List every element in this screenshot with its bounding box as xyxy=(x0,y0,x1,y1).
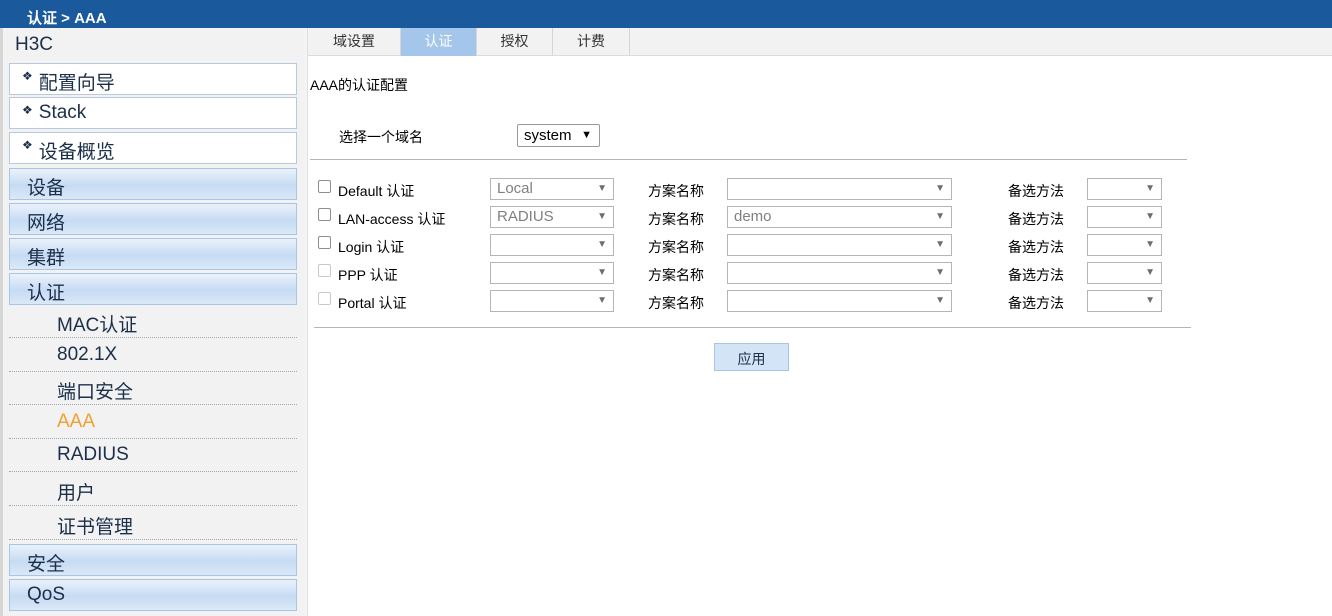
method-select[interactable]: RADIUS ▼ xyxy=(490,206,614,228)
nav-label: Stack xyxy=(38,102,87,123)
alt-method-label: 备选方法 xyxy=(1008,183,1064,199)
caret-down-icon: ▼ xyxy=(1145,239,1155,250)
domain-value: system xyxy=(524,127,572,144)
nav-category-security[interactable]: 安全 xyxy=(9,544,297,576)
apply-button[interactable]: 应用 xyxy=(714,343,789,371)
method-select[interactable]: ▼ xyxy=(490,234,614,256)
scheme-select[interactable]: ▼ xyxy=(727,234,952,256)
scheme-select[interactable]: ▼ xyxy=(727,178,952,200)
sidebar-item-users[interactable]: 用户 xyxy=(9,473,297,506)
alt-method-select[interactable]: ▼ xyxy=(1087,262,1162,284)
auth-row-login: Login 认证 ▼ 方案名称 ▼ 备选方法 ▼ xyxy=(0,234,1332,258)
method-value: RADIUS xyxy=(497,208,554,225)
caret-down-icon: ▼ xyxy=(935,239,945,250)
sidebar-item-8021x[interactable]: 802.1X xyxy=(9,339,297,372)
alt-method-label: 备选方法 xyxy=(1008,211,1064,227)
caret-down-icon: ▼ xyxy=(1145,211,1155,222)
nav-device-overview[interactable]: ❖ 设备概览 xyxy=(9,132,297,164)
caret-down-icon: ▼ xyxy=(597,295,607,306)
row-label: Login 认证 xyxy=(338,239,405,255)
auth-row-lan-access: LAN-access 认证 RADIUS ▼ 方案名称 demo ▼ 备选方法 ▼ xyxy=(0,206,1332,230)
divider xyxy=(310,159,1187,160)
sidebar: H3C ❖ 配置向导 ❖ Stack ❖ 设备概览 设备 网络 集群 认证 MAC认证… xyxy=(0,28,304,616)
alt-method-label: 备选方法 xyxy=(1008,239,1064,255)
alt-method-select[interactable]: ▼ xyxy=(1087,206,1162,228)
nav-label: 设备概览 xyxy=(38,142,115,163)
row-checkbox[interactable] xyxy=(318,180,331,193)
caret-down-icon: ▼ xyxy=(1145,183,1155,194)
diamond-icon: ❖ xyxy=(22,69,33,83)
alt-method-select[interactable]: ▼ xyxy=(1087,178,1162,200)
caret-down-icon: ▼ xyxy=(597,239,607,250)
alt-method-label: 备选方法 xyxy=(1008,267,1064,283)
row-checkbox[interactable] xyxy=(318,208,331,221)
scheme-label: 方案名称 xyxy=(648,183,704,199)
scheme-label: 方案名称 xyxy=(648,239,704,255)
method-select[interactable]: ▼ xyxy=(490,290,614,312)
tab-authentication[interactable]: 认证 xyxy=(401,28,477,56)
sidebar-item-certificates[interactable]: 证书管理 xyxy=(9,507,297,540)
sidebar-item-radius[interactable]: RADIUS xyxy=(9,439,297,472)
tab-domain-settings[interactable]: 域设置 xyxy=(308,28,401,56)
row-checkbox xyxy=(318,264,331,277)
row-checkbox[interactable] xyxy=(318,236,331,249)
row-label: PPP 认证 xyxy=(338,267,398,283)
tab-accounting[interactable]: 计费 xyxy=(553,28,630,56)
caret-down-icon: ▼ xyxy=(1145,295,1155,306)
caret-down-icon: ▼ xyxy=(597,183,607,194)
scheme-select[interactable]: ▼ xyxy=(727,290,952,312)
nav-stack[interactable]: ❖ Stack xyxy=(9,97,297,129)
divider xyxy=(314,327,1191,328)
row-checkbox xyxy=(318,292,331,305)
nav-label: 配置向导 xyxy=(38,73,115,94)
scheme-label: 方案名称 xyxy=(648,267,704,283)
alt-method-select[interactable]: ▼ xyxy=(1087,290,1162,312)
alt-method-select[interactable]: ▼ xyxy=(1087,234,1162,256)
diamond-icon: ❖ xyxy=(22,138,33,152)
alt-method-label: 备选方法 xyxy=(1008,295,1064,311)
section-title: AAA的认证配置 xyxy=(310,77,409,93)
row-label: Portal 认证 xyxy=(338,295,407,311)
breadcrumb: 认证 > AAA xyxy=(0,0,1332,28)
caret-down-icon: ▼ xyxy=(935,267,945,278)
scheme-select[interactable]: demo ▼ xyxy=(727,206,952,228)
domain-select[interactable]: system ▼ xyxy=(517,124,600,147)
caret-down-icon: ▼ xyxy=(597,267,607,278)
brand-logo: H3C xyxy=(15,34,54,55)
tab-bar: 域设置 认证 授权 计费 xyxy=(308,28,1332,56)
caret-down-icon: ▼ xyxy=(1145,267,1155,278)
method-select[interactable]: ▼ xyxy=(490,262,614,284)
tab-authorization[interactable]: 授权 xyxy=(477,28,553,56)
sidebar-item-aaa[interactable]: AAA xyxy=(9,406,297,439)
scheme-select[interactable]: ▼ xyxy=(727,262,952,284)
sidebar-item-port-security[interactable]: 端口安全 xyxy=(9,372,297,405)
method-value: Local xyxy=(497,180,533,197)
panel-divider[interactable] xyxy=(304,28,308,616)
scheme-label: 方案名称 xyxy=(648,211,704,227)
auth-row-default: Default 认证 Local ▼ 方案名称 ▼ 备选方法 ▼ xyxy=(0,178,1332,202)
auth-row-ppp: PPP 认证 ▼ 方案名称 ▼ 备选方法 ▼ xyxy=(0,262,1332,286)
auth-row-portal: Portal 认证 ▼ 方案名称 ▼ 备选方法 ▼ xyxy=(0,290,1332,314)
caret-down-icon: ▼ xyxy=(935,295,945,306)
caret-down-icon: ▼ xyxy=(935,211,945,222)
caret-down-icon: ▼ xyxy=(581,129,592,141)
caret-down-icon: ▼ xyxy=(935,183,945,194)
domain-label: 选择一个域名 xyxy=(339,129,423,145)
diamond-icon: ❖ xyxy=(22,103,33,117)
method-select[interactable]: Local ▼ xyxy=(490,178,614,200)
scheme-value: demo xyxy=(734,208,772,225)
scheme-label: 方案名称 xyxy=(648,295,704,311)
caret-down-icon: ▼ xyxy=(597,211,607,222)
nav-wizard[interactable]: ❖ 配置向导 xyxy=(9,63,297,95)
row-label: Default 认证 xyxy=(338,183,415,199)
nav-category-qos[interactable]: QoS xyxy=(9,579,297,611)
row-label: LAN-access 认证 xyxy=(338,211,446,227)
